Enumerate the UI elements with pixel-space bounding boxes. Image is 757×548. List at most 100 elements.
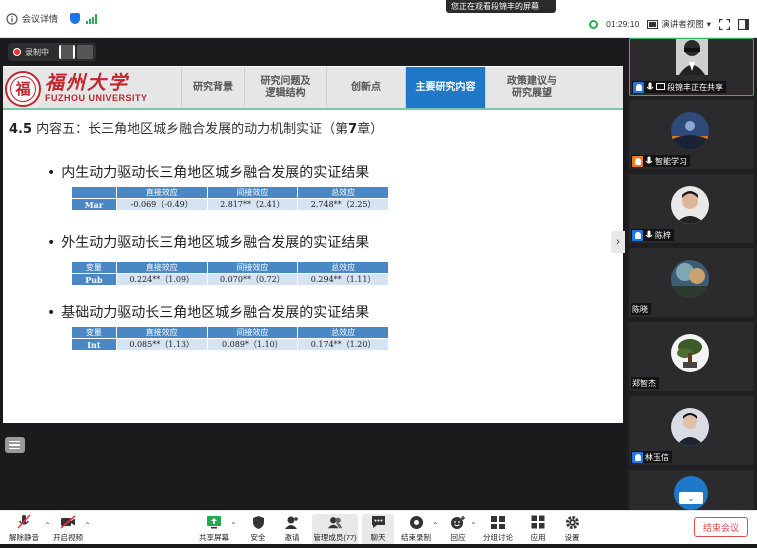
top-right-controls: 01:29:10 演讲者视图 ▾ <box>589 18 749 30</box>
chat-button[interactable]: 聊天 <box>362 514 394 547</box>
end-recording-button[interactable]: 结束录制 <box>396 514 436 547</box>
table-header: 变量 <box>71 261 117 274</box>
share-screen-icon <box>206 514 222 530</box>
chat-label: 聊天 <box>370 533 386 542</box>
unmute-button[interactable]: 解除静音 <box>4 514 44 547</box>
table-cell: Mar <box>71 198 117 211</box>
stop-recording-button[interactable] <box>77 45 93 59</box>
start-video-button[interactable]: 开启视频 <box>48 514 88 547</box>
participant-name: 段锦丰正在共享 <box>667 82 723 92</box>
chat-icon <box>370 514 386 530</box>
slide-nav-questions: 研究问题及 逻辑结构 <box>244 67 326 108</box>
section-heading-text: 基础动力驱动长三角地区城乡融合发展的实证结果 <box>61 305 370 321</box>
breakout-rooms-button[interactable]: 分组讨论 <box>478 514 518 547</box>
section-heading: • 外生动力驱动长三角地区城乡融合发展的实证结果 <box>47 232 369 252</box>
reaction-options-chevron-icon[interactable]: ⌃ <box>470 521 477 530</box>
manage-members-button[interactable]: 管理成员(77) <box>312 514 358 547</box>
participant-tile[interactable]: 段锦丰正在共享 <box>629 38 754 96</box>
participant-video <box>676 39 708 75</box>
participant-avatar <box>671 408 709 446</box>
slide-title-number: 4.5 <box>9 122 33 137</box>
results-table: 变量 直接效应 间接效应 总效应 Pub 0.224**（1.09） 0.070… <box>71 261 389 286</box>
pause-recording-button[interactable] <box>59 45 75 59</box>
table-row: Pub 0.224**（1.09） 0.070**（0.72） 0.294**（… <box>71 273 389 286</box>
encryption-shield-icon[interactable] <box>70 13 81 24</box>
expand-panel-button[interactable]: › <box>611 231 625 253</box>
gear-icon <box>564 514 580 530</box>
recording-indicator: 录制中 <box>8 43 96 61</box>
share-options-chevron-icon[interactable]: ⌃ <box>230 521 237 530</box>
participant-tile[interactable]: 陈梓 <box>629 174 754 243</box>
video-options-chevron-icon[interactable]: ⌃ <box>84 521 91 530</box>
slide-title: 4.5 内容五：长三角地区城乡融合发展的动力机制实证（第7章） <box>9 118 383 137</box>
members-icon <box>327 514 343 530</box>
table-cell: Int <box>71 338 117 351</box>
table-row: Int 0.085**（1.13） 0.089*（1.10） 0.174**（1… <box>71 338 389 351</box>
view-mode-button[interactable]: 演讲者视图 ▾ <box>647 18 711 30</box>
participant-name: 林玉信 <box>645 452 669 462</box>
participant-tile[interactable]: 郑智杰 <box>629 322 754 391</box>
meeting-window: 会议详情 您正在观看段锦丰的屏幕 ☰ 01:29:10 演讲者视图 ▾ 录制中 … <box>0 0 757 548</box>
participant-tile[interactable]: ⌄ <box>629 470 754 510</box>
top-bar: 会议详情 您正在观看段锦丰的屏幕 ☰ 01:29:10 演讲者视图 ▾ <box>0 0 757 38</box>
slide-nav: 研究背景 研究问题及 逻辑结构 创新点 主要研究内容 政策建议与 研究展望 <box>181 67 578 110</box>
add-user-icon <box>284 514 300 530</box>
university-logo: 福 福州大学 FUZHOU UNIVERSITY <box>5 69 180 108</box>
list-toggle-button[interactable] <box>5 437 25 453</box>
meeting-info-button[interactable]: 会议详情 <box>6 12 58 25</box>
participant-name: 智能学习 <box>655 156 687 166</box>
viewing-screen-banner[interactable]: 您正在观看段锦丰的屏幕 ☰ <box>446 0 556 24</box>
presentation-slide: 福 福州大学 FUZHOU UNIVERSITY 研究背景 研究问题及 逻辑结构… <box>3 66 623 423</box>
scroll-down-button[interactable]: ⌄ <box>679 492 703 504</box>
bullet: • <box>47 305 56 321</box>
invite-button[interactable]: 邀请 <box>272 514 312 547</box>
bottom-edge <box>0 544 757 548</box>
info-icon <box>6 12 18 25</box>
fullscreen-icon[interactable] <box>719 18 730 30</box>
share-screen-button[interactable]: 共享屏幕 <box>194 514 234 547</box>
reactions-button[interactable]: 回应 <box>438 514 478 547</box>
table-header: 变量 <box>71 326 117 339</box>
chevron-down-icon: ⌄ <box>687 492 695 503</box>
end-meeting-button[interactable]: 结束会议 <box>694 517 748 537</box>
settings-button[interactable]: 设置 <box>552 514 592 547</box>
reactions-label: 回应 <box>450 533 466 542</box>
timer-indicator-icon <box>589 19 599 29</box>
slide-nav-innovation: 创新点 <box>326 67 405 108</box>
security-shield-icon <box>250 514 266 530</box>
recording-dot-icon <box>13 48 21 56</box>
table-header: 总效应 <box>297 186 389 199</box>
meeting-status-group: 会议详情 <box>6 12 98 25</box>
participants-panel: 段锦丰正在共享 智能学习 陈梓 陈晓 郑智杰 林玉信 ⌄ <box>627 38 757 510</box>
table-cell: 0.085**（1.13） <box>115 338 208 351</box>
meeting-timer: 01:29:10 <box>606 19 640 29</box>
manage-members-label: 管理成员(77) <box>313 533 357 542</box>
slide-title-suffix: 章） <box>357 122 384 137</box>
participant-name-tag: 智能学习 <box>631 155 690 167</box>
microphone-icon <box>645 156 653 164</box>
participant-tile[interactable]: 林玉信 <box>629 396 754 465</box>
participant-tile[interactable]: 智能学习 <box>629 100 754 169</box>
table-header: 直接效应 <box>115 261 208 274</box>
slide-title-chapter: 7 <box>348 122 358 137</box>
section-heading: • 基础动力驱动长三角地区城乡融合发展的实证结果 <box>47 302 369 322</box>
slide-header: 福 福州大学 FUZHOU UNIVERSITY 研究背景 研究问题及 逻辑结构… <box>3 67 623 110</box>
network-signal-icon[interactable] <box>86 13 98 24</box>
meeting-info-label: 会议详情 <box>22 14 59 24</box>
participant-name: 郑智杰 <box>632 378 656 388</box>
invite-label: 邀请 <box>284 533 300 542</box>
side-panel-toggle-icon[interactable] <box>738 18 749 30</box>
participant-tile[interactable]: 陈晓 <box>629 248 754 317</box>
table-row: Mar -0.069（-0.49） 2.817**（2.41） 2.748**（… <box>71 198 389 211</box>
microphone-icon <box>646 82 654 90</box>
table-header: 间接效应 <box>206 261 299 274</box>
section-heading-text: 内生动力驱动长三角地区城乡融合发展的实证结果 <box>61 165 370 181</box>
participant-name-tag: 陈晓 <box>631 303 651 315</box>
viewing-banner-label: 您正在观看段锦丰的屏幕 <box>451 2 539 11</box>
host-badge-icon <box>632 229 643 241</box>
table-header: 总效应 <box>297 326 389 339</box>
section-heading: • 内生动力驱动长三角地区城乡融合发展的实证结果 <box>47 162 369 182</box>
table-header: 间接效应 <box>206 326 299 339</box>
seal-character: 福 <box>10 75 36 102</box>
video-off-icon <box>60 514 76 530</box>
